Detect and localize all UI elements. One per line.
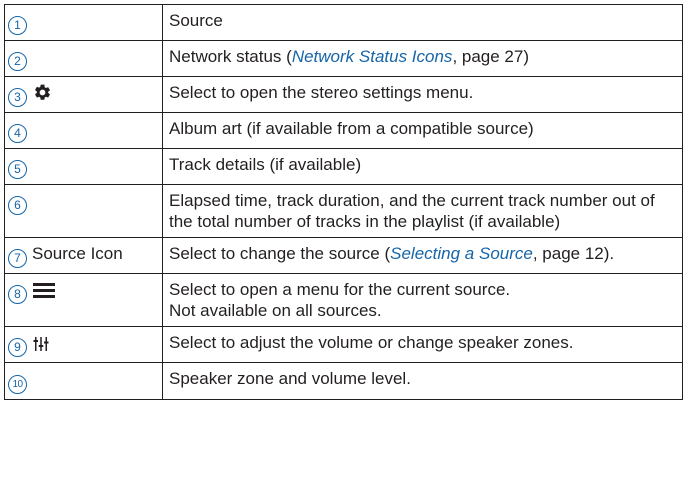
table-row: 8 Select to open a menu for the current … (4, 273, 683, 327)
callout-cell: 4 (4, 112, 163, 149)
description-cell: Source (162, 4, 683, 41)
description-cell: Elapsed time, track duration, and the cu… (162, 184, 683, 238)
callout-cell: 9 (4, 326, 163, 363)
callout-cell: 3 (4, 76, 163, 113)
callout-cell: 6 (4, 184, 163, 238)
description-text: , page 12). (532, 244, 615, 263)
callout-number: 5 (8, 160, 27, 179)
network-status-icons-link[interactable]: Network Status Icons (292, 47, 453, 66)
description-cell: Select to change the source (Selecting a… (162, 237, 683, 274)
callout-number: 6 (8, 196, 27, 215)
callout-number: 4 (8, 124, 27, 143)
table-row: 4 Album art (if available from a compati… (4, 112, 683, 149)
callout-cell: 10 (4, 362, 163, 400)
callout-number: 10 (8, 375, 27, 394)
callout-number: 8 (8, 285, 27, 304)
callout-cell: 5 (4, 148, 163, 185)
gear-icon (33, 83, 52, 107)
callout-number: 9 (8, 338, 27, 357)
description-cell: Select to open a menu for the current so… (162, 273, 683, 327)
table-row: 6 Elapsed time, track duration, and the … (4, 184, 683, 238)
description-note: Not available on all sources. (169, 301, 382, 320)
description-cell: Speaker zone and volume level. (162, 362, 683, 400)
table-row: 2 Network status (Network Status Icons, … (4, 40, 683, 77)
table-row: 9 Select to adjust the volume or change … (4, 326, 683, 363)
callout-reference-table: 1 Source 2 Network status (Network Statu… (4, 4, 683, 400)
volume-sliders-icon (33, 336, 49, 357)
description-cell: Track details (if available) (162, 148, 683, 185)
description-cell: Select to adjust the volume or change sp… (162, 326, 683, 363)
callout-cell: 8 (4, 273, 163, 327)
callout-cell: 2 (4, 40, 163, 77)
description-text: Network status ( (169, 47, 292, 66)
table-row: 3 Select to open the stereo settings men… (4, 76, 683, 113)
description-cell: Select to open the stereo settings menu. (162, 76, 683, 113)
callout-number: 3 (8, 88, 27, 107)
description-text: , page 27) (452, 47, 529, 66)
callout-cell: 1 (4, 4, 163, 41)
selecting-a-source-link[interactable]: Selecting a Source (390, 244, 533, 263)
table-row: 5 Track details (if available) (4, 148, 683, 185)
source-icon-label: Source Icon (32, 244, 123, 263)
table-row: 1 Source (4, 4, 683, 41)
table-row: 7 Source Icon Select to change the source… (4, 237, 683, 274)
description-text: Select to change the source ( (169, 244, 391, 263)
callout-number: 2 (8, 52, 27, 71)
callout-number: 1 (8, 16, 27, 35)
callout-cell: 7 Source Icon (4, 237, 163, 274)
description-text: Select to open a menu for the current so… (169, 280, 511, 299)
description-cell: Album art (if available from a compatibl… (162, 112, 683, 149)
description-cell: Network status (Network Status Icons, pa… (162, 40, 683, 77)
menu-icon (33, 281, 55, 304)
table-row: 10 Speaker zone and volume level. (4, 362, 683, 400)
callout-number: 7 (8, 249, 27, 268)
